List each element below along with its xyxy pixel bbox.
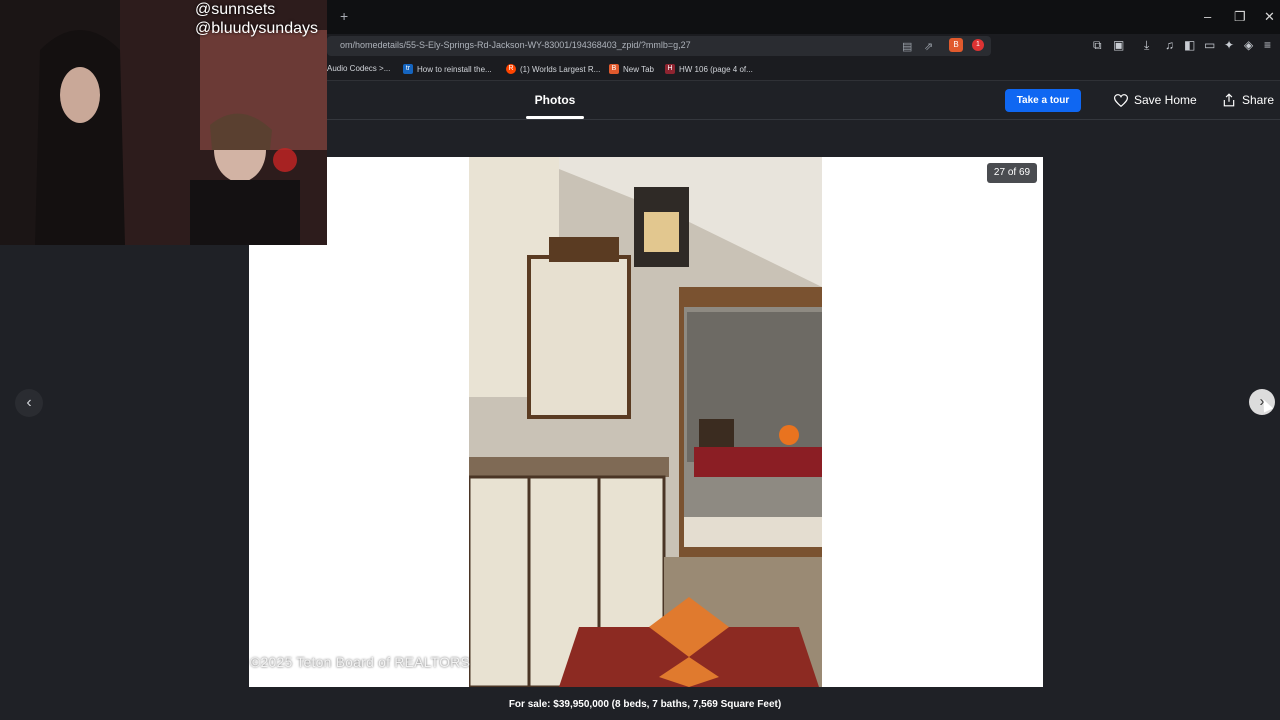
bookmark-item[interactable]: tr How to reinstall the... xyxy=(403,64,492,74)
bookmark-item[interactable]: B New Tab xyxy=(609,64,654,74)
photo-counter: 27 of 69 xyxy=(987,163,1037,183)
previous-photo-button[interactable]: ‹ xyxy=(15,389,43,417)
bookmark-label: New Tab xyxy=(623,64,654,74)
reddit-icon: R xyxy=(506,64,516,74)
active-tab-indicator xyxy=(526,116,584,119)
bookmark-label: (1) Worlds Largest R... xyxy=(520,64,601,74)
tab-photos[interactable]: Photos xyxy=(526,93,584,107)
close-window-button[interactable]: ✕ xyxy=(1264,9,1275,25)
brave-icon: B xyxy=(609,64,619,74)
webcam-handle: @sunnsets xyxy=(195,1,276,18)
url-text[interactable]: om/homedetails/55-S-Ely-Springs-Rd-Jacks… xyxy=(340,40,691,50)
screenshot-icon[interactable]: ▣ xyxy=(1113,38,1124,52)
menu-icon[interactable]: ≡ xyxy=(1264,38,1271,52)
save-home-button[interactable]: Save Home xyxy=(1114,93,1197,107)
share-page-icon[interactable]: ⇗ xyxy=(924,40,933,53)
bookmark-item[interactable]: Audio Codecs >... xyxy=(327,64,390,73)
bookmark-label: How to reinstall the... xyxy=(417,64,492,74)
share-label: Share xyxy=(1242,93,1275,107)
save-home-label: Save Home xyxy=(1134,93,1197,107)
restore-button[interactable]: ❐ xyxy=(1234,9,1246,25)
reader-mode-icon[interactable]: ▤ xyxy=(902,40,912,53)
kitchen-photo-illustration xyxy=(469,157,822,687)
photo-watermark: ©2025 Teton Board of REALTORS xyxy=(250,654,471,670)
heart-icon xyxy=(1114,93,1128,107)
downloads-icon[interactable]: ⤓ xyxy=(1144,38,1149,53)
bookmark-label: HW 106 (page 4 of... xyxy=(679,64,753,74)
brave-shields-icon[interactable]: B xyxy=(949,38,963,52)
webcam-handle: @bluudysundays xyxy=(195,20,318,37)
extensions-icon[interactable]: ⧉ xyxy=(1093,38,1102,53)
bookmark-item[interactable]: R (1) Worlds Largest R... xyxy=(506,64,600,74)
document-icon: H xyxy=(665,64,675,74)
bookmark-label: Audio Codecs >... xyxy=(327,64,391,73)
listing-caption: For sale: $39,950,000 (8 beds, 7 baths, … xyxy=(508,699,782,710)
share-icon xyxy=(1223,93,1235,107)
new-tab-button[interactable]: + xyxy=(340,8,348,24)
listing-photo[interactable] xyxy=(469,157,822,687)
leo-ai-icon[interactable]: ✦ xyxy=(1224,38,1234,52)
media-icon[interactable]: ♫ xyxy=(1165,38,1174,52)
sidebar-icon[interactable]: ◧ xyxy=(1184,38,1195,52)
take-a-tour-button[interactable]: Take a tour xyxy=(1005,89,1081,112)
bookmark-item[interactable]: H HW 106 (page 4 of... xyxy=(665,64,753,74)
minimize-button[interactable]: – xyxy=(1204,9,1211,24)
vpn-icon[interactable]: ◈ xyxy=(1244,38,1253,52)
rewards-notification-icon[interactable]: 1 xyxy=(972,39,984,51)
trello-icon: tr xyxy=(403,64,413,74)
share-button[interactable]: Share xyxy=(1222,93,1274,107)
webcam-overlay: @sunnsets @bluudysundays xyxy=(0,0,327,245)
wallet-icon[interactable]: ▭ xyxy=(1204,38,1215,52)
